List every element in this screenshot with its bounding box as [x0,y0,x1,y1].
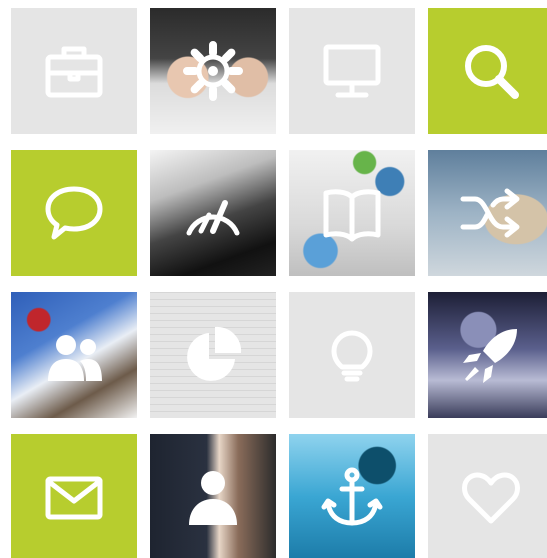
anchor-icon [320,465,384,529]
tile-launch[interactable] [428,292,547,418]
icon-tile-grid [0,0,547,558]
tile-search[interactable] [428,8,547,134]
gear-icon [181,39,245,103]
chat-bubble-icon [42,181,106,245]
shuffle-icon [459,181,523,245]
open-book-icon [320,181,384,245]
envelope-icon [42,465,106,529]
tile-anchor[interactable] [289,434,415,558]
tile-team[interactable] [11,292,137,418]
tile-profile[interactable] [150,434,276,558]
monitor-icon [320,39,384,103]
lightbulb-icon [320,323,384,387]
tile-chat[interactable] [11,150,137,276]
tile-mail[interactable] [11,434,137,558]
pie-chart-icon [181,323,245,387]
user-icon [181,465,245,529]
tile-idea[interactable] [289,292,415,418]
tile-performance[interactable] [150,150,276,276]
tile-shuffle[interactable] [428,150,547,276]
tile-briefcase[interactable] [11,8,137,134]
speedometer-icon [181,181,245,245]
users-icon [42,323,106,387]
heart-icon [459,465,523,529]
tile-favorite[interactable] [428,434,547,558]
tile-book[interactable] [289,150,415,276]
briefcase-icon [42,39,106,103]
rocket-icon [459,323,523,387]
search-icon [459,39,523,103]
tile-monitor[interactable] [289,8,415,134]
tile-analytics[interactable] [150,292,276,418]
tile-settings[interactable] [150,8,276,134]
